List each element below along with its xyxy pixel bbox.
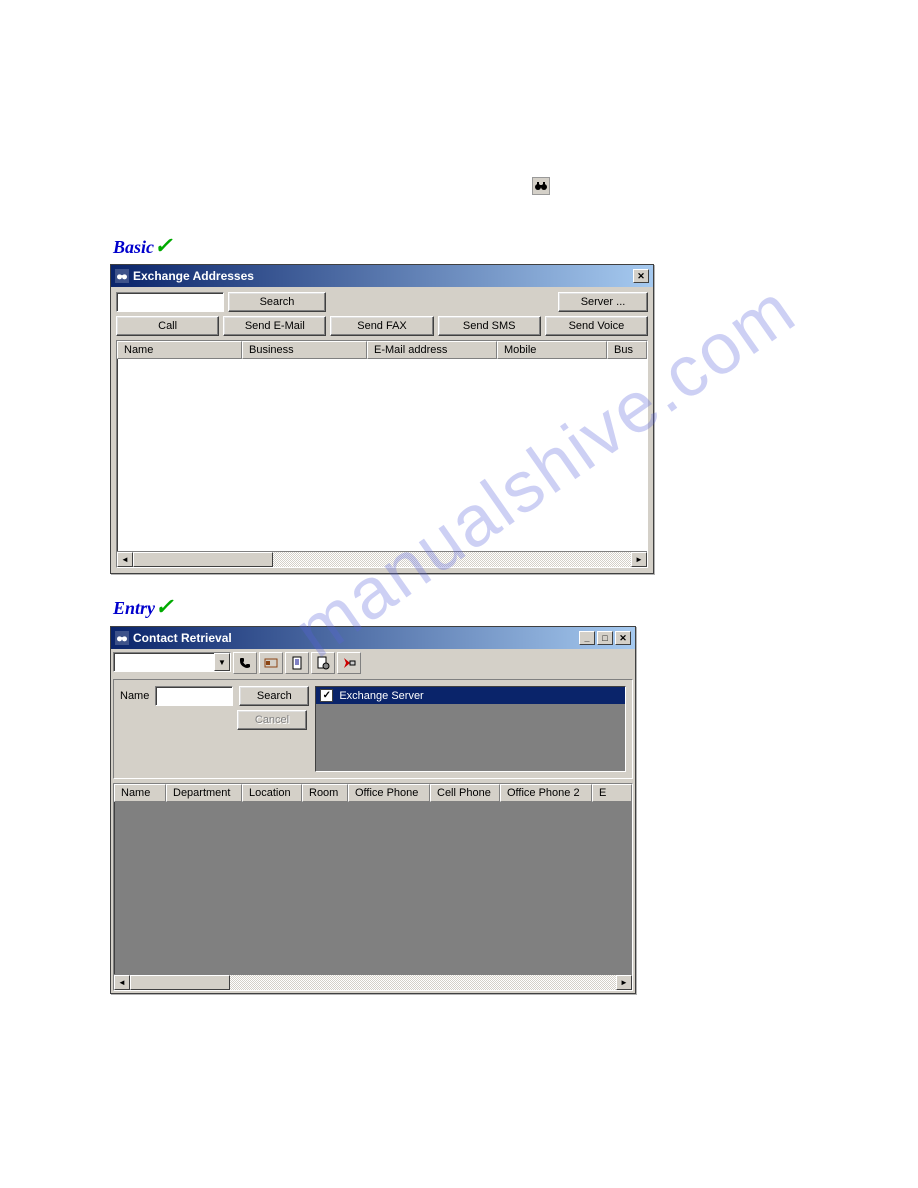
horizontal-scrollbar[interactable]: ◄ ► — [117, 551, 647, 567]
page-gear-icon[interactable] — [311, 652, 335, 674]
chevron-down-icon[interactable]: ▼ — [214, 653, 230, 671]
col-email[interactable]: E-Mail address — [367, 341, 497, 359]
basic-badge: Basic✓ — [113, 233, 172, 259]
filter-combo[interactable]: ▼ — [113, 652, 231, 672]
titlebar[interactable]: Exchange Addresses ✕ — [111, 265, 653, 287]
col-office-phone[interactable]: Office Phone — [348, 784, 430, 802]
minimize-button[interactable]: _ — [579, 631, 595, 645]
search-panel: Name Search Cancel ✓ Exchange Server — [113, 679, 633, 779]
server-button[interactable]: Server ... — [558, 292, 648, 312]
scroll-right-button[interactable]: ► — [616, 975, 632, 990]
scroll-right-button[interactable]: ► — [631, 552, 647, 567]
check-icon: ✓ — [155, 594, 173, 619]
scroll-left-button[interactable]: ◄ — [117, 552, 133, 567]
source-list[interactable]: ✓ Exchange Server — [315, 686, 626, 772]
checkbox-checked-icon[interactable]: ✓ — [320, 689, 333, 702]
close-button[interactable]: ✕ — [615, 631, 631, 645]
col-e[interactable]: E — [592, 784, 632, 802]
list-body — [114, 802, 632, 974]
col-business[interactable]: Business — [242, 341, 367, 359]
binoculars-icon — [115, 631, 129, 645]
col-office-phone-2[interactable]: Office Phone 2 — [500, 784, 592, 802]
close-button[interactable]: ✕ — [633, 269, 649, 283]
name-input[interactable] — [155, 686, 233, 706]
search-input[interactable] — [116, 292, 224, 312]
col-room[interactable]: Room — [302, 784, 348, 802]
page-icon[interactable] — [285, 652, 309, 674]
list-body — [117, 359, 647, 551]
binoculars-icon — [115, 269, 129, 283]
search-button[interactable]: Search — [228, 292, 326, 312]
send-sms-button[interactable]: Send SMS — [438, 316, 541, 336]
results-list[interactable]: Name Department Location Room Office Pho… — [113, 783, 633, 991]
exchange-addresses-window: Exchange Addresses ✕ Search Server ... C… — [110, 264, 654, 574]
col-bus[interactable]: Bus — [607, 341, 647, 359]
send-voice-button[interactable]: Send Voice — [545, 316, 648, 336]
maximize-button[interactable]: □ — [597, 631, 613, 645]
scroll-left-button[interactable]: ◄ — [114, 975, 130, 990]
toolbar: ▼ — [111, 649, 635, 677]
results-list[interactable]: Name Business E-Mail address Mobile Bus … — [116, 340, 648, 568]
titlebar[interactable]: Contact Retrieval _ □ ✕ — [111, 627, 635, 649]
send-icon[interactable] — [337, 652, 361, 674]
col-cell-phone[interactable]: Cell Phone — [430, 784, 500, 802]
send-fax-button[interactable]: Send FAX — [330, 316, 433, 336]
search-button[interactable]: Search — [239, 686, 309, 706]
send-email-button[interactable]: Send E-Mail — [223, 316, 326, 336]
call-button[interactable]: Call — [116, 316, 219, 336]
window-title: Exchange Addresses — [133, 269, 633, 283]
check-icon: ✓ — [154, 233, 172, 258]
call-icon[interactable] — [233, 652, 257, 674]
window-title: Contact Retrieval — [133, 631, 579, 645]
contact-retrieval-window: Contact Retrieval _ □ ✕ ▼ — [110, 626, 636, 994]
source-label: Exchange Server — [339, 690, 423, 702]
col-location[interactable]: Location — [242, 784, 302, 802]
entry-badge: Entry✓ — [113, 594, 173, 620]
card-icon[interactable] — [259, 652, 283, 674]
cancel-button: Cancel — [237, 710, 307, 730]
scroll-thumb[interactable] — [130, 975, 230, 990]
horizontal-scrollbar[interactable]: ◄ ► — [114, 974, 632, 990]
binoculars-icon — [532, 177, 550, 195]
column-headers: Name Department Location Room Office Pho… — [114, 784, 632, 802]
column-headers: Name Business E-Mail address Mobile Bus — [117, 341, 647, 359]
col-name[interactable]: Name — [117, 341, 242, 359]
source-item-exchange[interactable]: ✓ Exchange Server — [316, 687, 625, 704]
scroll-thumb[interactable] — [133, 552, 273, 567]
col-department[interactable]: Department — [166, 784, 242, 802]
name-label: Name — [120, 690, 149, 702]
col-name[interactable]: Name — [114, 784, 166, 802]
col-mobile[interactable]: Mobile — [497, 341, 607, 359]
